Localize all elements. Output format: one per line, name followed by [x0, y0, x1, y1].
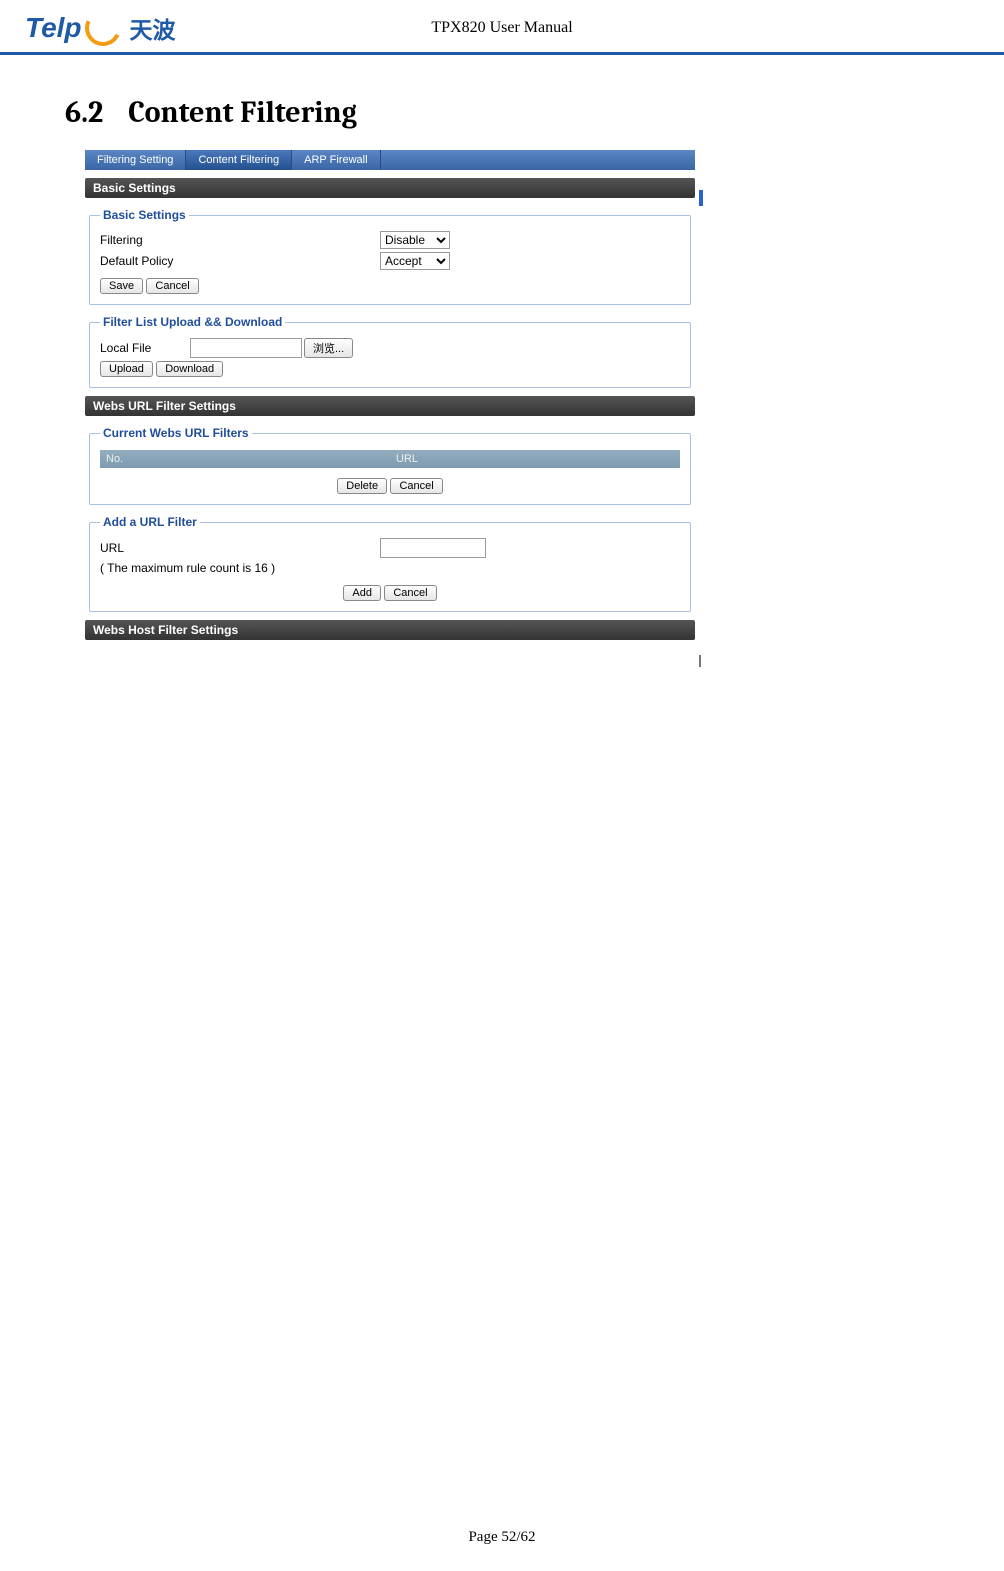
browse-button[interactable]: 浏览...: [304, 338, 353, 358]
local-file-label: Local File: [100, 341, 190, 355]
logo-brand-cn: 天波: [130, 11, 176, 45]
tab-content-filtering[interactable]: Content Filtering: [186, 150, 292, 170]
scroll-indicator-icon: [699, 190, 703, 206]
local-file-input[interactable]: [190, 338, 302, 358]
cancel-button-2[interactable]: Cancel: [390, 478, 442, 494]
fieldset-add-url-filter: Add a URL Filter URL ( The maximum rule …: [89, 515, 691, 612]
legend-basic: Basic Settings: [100, 208, 189, 222]
legend-add: Add a URL Filter: [100, 515, 200, 529]
upload-button[interactable]: Upload: [100, 361, 153, 377]
section-number: 6.2: [65, 95, 103, 130]
cursor-mark-icon: [699, 655, 701, 667]
max-rule-note: ( The maximum rule count is 16 ): [100, 561, 680, 575]
logo-brand-text: Telp: [25, 12, 82, 44]
document-title: TPX820 User Manual: [431, 19, 572, 37]
cancel-button[interactable]: Cancel: [146, 278, 198, 294]
page-footer: Page 52/62: [0, 1529, 1004, 1546]
col-url: URL: [396, 453, 418, 465]
download-button[interactable]: Download: [156, 361, 223, 377]
default-policy-select[interactable]: Accept: [380, 252, 450, 270]
delete-button[interactable]: Delete: [337, 478, 387, 494]
logo: Telp 天波: [25, 10, 176, 46]
document-header: Telp 天波 TPX820 User Manual: [0, 0, 1004, 55]
cancel-button-3[interactable]: Cancel: [384, 585, 436, 601]
fieldset-basic-settings: Basic Settings Filtering Disable Default…: [89, 208, 691, 305]
url-label: URL: [100, 541, 380, 555]
add-button[interactable]: Add: [343, 585, 381, 601]
embedded-screenshot: Filtering Setting Content Filtering ARP …: [85, 150, 695, 640]
section-heading: 6.2 Content Filtering: [65, 95, 939, 130]
tab-arp-firewall[interactable]: ARP Firewall: [292, 150, 380, 170]
section-title: Content Filtering: [128, 95, 357, 130]
url-filter-table-header: No. URL: [100, 450, 680, 468]
legend-upload: Filter List Upload && Download: [100, 315, 285, 329]
fieldset-current-url-filters: Current Webs URL Filters No. URL Delete …: [89, 426, 691, 505]
swirl-icon: [79, 5, 125, 51]
section-bar-url: Webs URL Filter Settings: [85, 396, 695, 416]
filtering-select[interactable]: Disable: [380, 231, 450, 249]
filtering-label: Filtering: [100, 233, 380, 247]
legend-current: Current Webs URL Filters: [100, 426, 252, 440]
url-input[interactable]: [380, 538, 486, 558]
fieldset-filter-list-upload: Filter List Upload && Download Local Fil…: [89, 315, 691, 388]
save-button[interactable]: Save: [100, 278, 143, 294]
section-bar-host: Webs Host Filter Settings: [85, 620, 695, 640]
tab-bar: Filtering Setting Content Filtering ARP …: [85, 150, 695, 170]
col-no: No.: [106, 453, 396, 465]
section-bar-basic: Basic Settings: [85, 178, 695, 198]
tab-filtering-setting[interactable]: Filtering Setting: [85, 150, 186, 170]
default-policy-label: Default Policy: [100, 254, 380, 268]
